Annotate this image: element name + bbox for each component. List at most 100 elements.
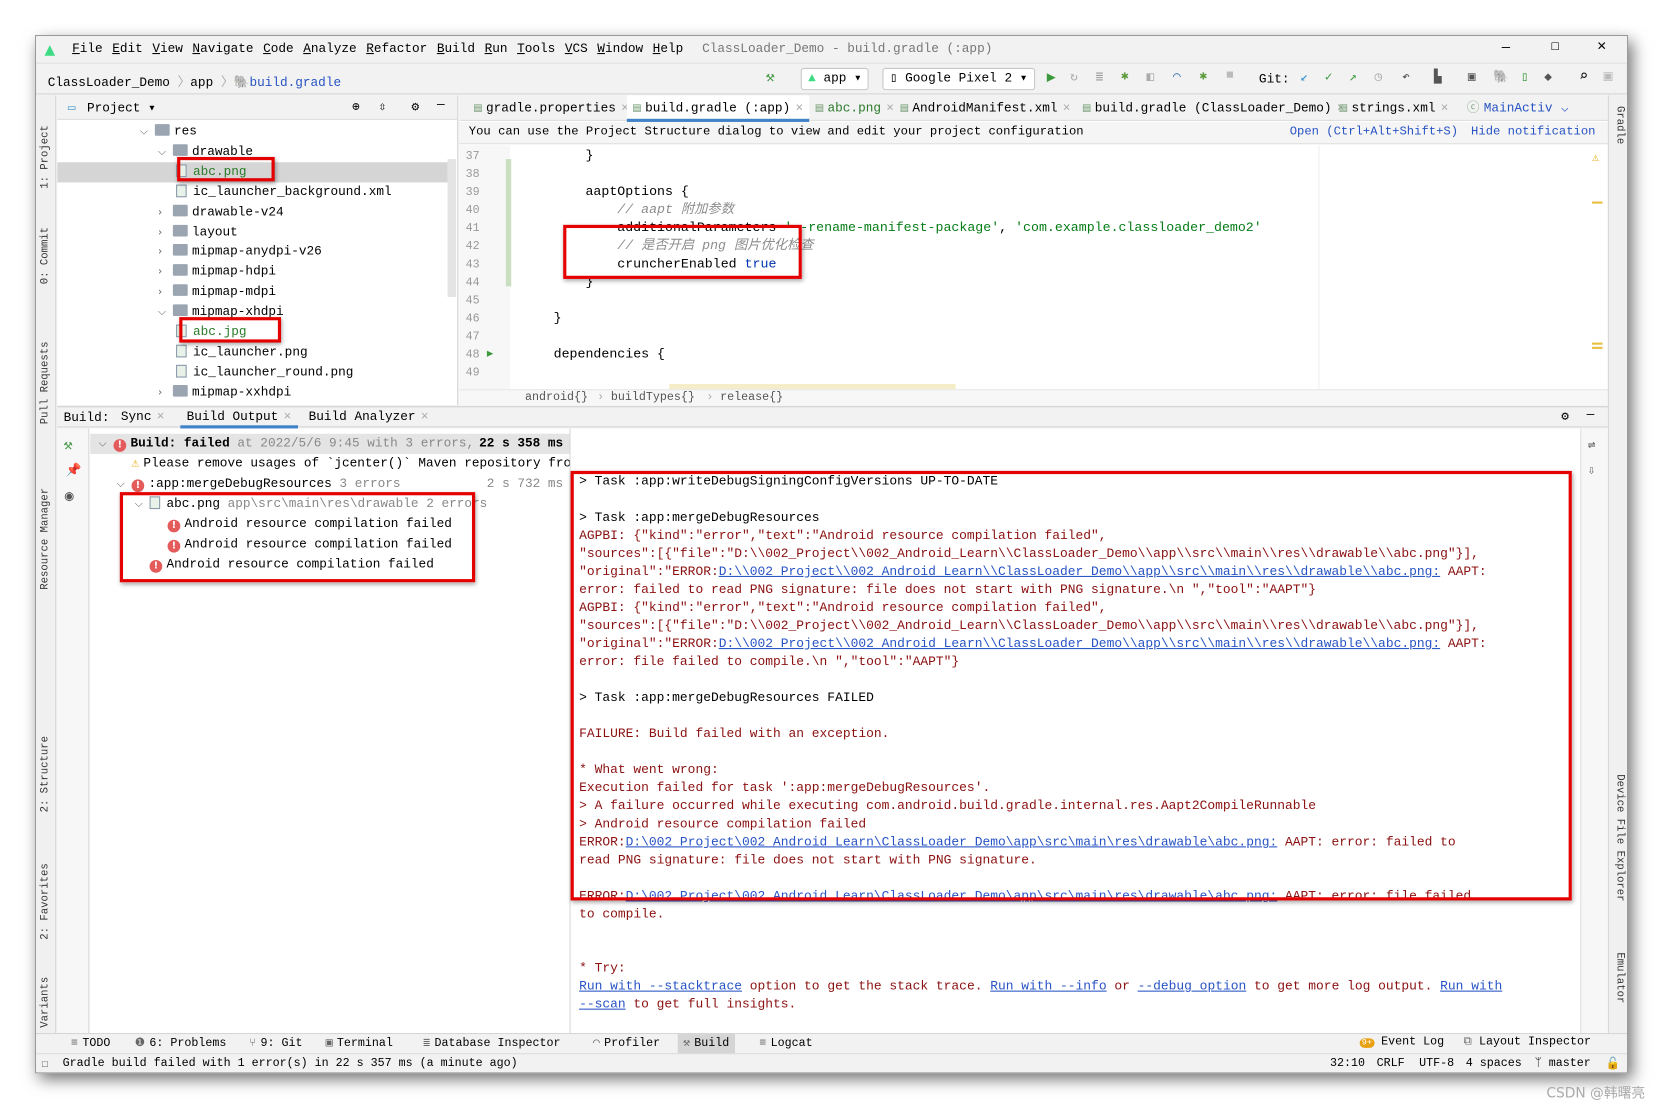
debug-icon[interactable]: ✱ (1121, 68, 1129, 84)
menu-navigate[interactable]: Navigate (192, 41, 253, 56)
menu-vcs[interactable]: VCS (565, 41, 588, 56)
scroll-to-end-icon[interactable]: ⇩ (1588, 462, 1596, 478)
menu-build[interactable]: Build (437, 41, 475, 56)
breadcrumb-file[interactable]: build.gradle (249, 75, 341, 90)
tool-button-problems[interactable]: ❶ 6: Problems (129, 1034, 231, 1054)
build-hammer-icon[interactable]: ⚒ (64, 437, 73, 455)
menu-file[interactable]: File (72, 41, 103, 56)
project-view-select[interactable]: Project ▾ (87, 100, 156, 116)
console-link[interactable]: --debug option (1138, 979, 1247, 994)
close-tab-icon[interactable]: × (421, 409, 429, 424)
crumb-buildtypes[interactable]: buildTypes{} (611, 390, 695, 405)
chevron-down-icon[interactable]: ⌵ (140, 122, 155, 142)
attach-debugger-icon[interactable]: ✱ (1200, 68, 1208, 84)
menu-run[interactable]: Run (485, 41, 508, 56)
build-tree-item[interactable]: ⌵!:app:mergeDebugResources 3 errors 2 s 7… (90, 474, 569, 495)
sync-gradle-icon[interactable]: 🐘 (1493, 69, 1509, 85)
resource-icon[interactable]: ◆ (1544, 69, 1552, 85)
menu-refactor[interactable]: Refactor (366, 41, 427, 56)
close-tab-icon[interactable]: × (157, 409, 165, 424)
build-tree-item[interactable]: ! Android resource compilation failed (90, 535, 569, 555)
build-tab-sync[interactable]: Sync × (115, 407, 171, 428)
git-update-icon[interactable]: ↙ (1300, 69, 1308, 85)
code-area[interactable]: 37} 38 39 aaptOptions {40 // aapt 附加参数 41 addi… (459, 145, 1594, 389)
warning-icon[interactable]: ⚠ (1592, 151, 1599, 166)
chevron-right-icon[interactable]: › (158, 262, 173, 282)
close-tab-icon[interactable]: × (1063, 101, 1071, 116)
error-stripe-mark[interactable] (1591, 342, 1603, 349)
chevron-down-icon[interactable]: ⌵ (158, 302, 173, 322)
event-log-button[interactable]: 9+ Event Log (1359, 1036, 1444, 1049)
file-encoding[interactable]: UTF-8 (1419, 1057, 1454, 1070)
crumb-android[interactable]: android{} (525, 390, 588, 405)
build-tree-item[interactable]: ⌵ abc.png app\src\main\res\drawable 2 err… (90, 494, 569, 514)
account-icon[interactable]: ▣ (1604, 68, 1613, 86)
layout-inspector-button[interactable]: ⧉ Layout Inspector (1464, 1036, 1591, 1049)
menu-window[interactable]: Window (597, 41, 643, 56)
build-tree-item[interactable]: ⚠ Please remove usages of `jcenter()` Mav… (90, 454, 570, 474)
tree-item[interactable]: ⌵ res (57, 122, 447, 142)
tree-item[interactable]: › mipmap-xxhdpi (57, 383, 447, 403)
tree-item[interactable]: abc.jpg (57, 322, 447, 342)
run-icon[interactable]: ▶ (1047, 69, 1056, 87)
build-tab-build-output[interactable]: Build Output × (180, 407, 298, 429)
build-tree-item[interactable]: ! Android resource compilation failed (90, 555, 569, 575)
git-branch[interactable]: ᛘ master (1535, 1057, 1591, 1070)
stripe-project[interactable]: 1: Project (40, 104, 52, 189)
menu-edit[interactable]: Edit (112, 41, 143, 56)
console-link[interactable]: D:\002_Project\002_Android_Learn\ClassLo… (626, 835, 1278, 850)
stripe-resource-manager[interactable]: Resource Manager (40, 452, 52, 590)
console-link[interactable]: D:\002_Project\002_Android_Learn\ClassLo… (626, 889, 1278, 904)
menu-analyze[interactable]: Analyze (303, 41, 356, 56)
editor-tab[interactable]: ▤ AndroidManifest.xml × (894, 95, 1077, 120)
chevron-right-icon[interactable]: › (158, 242, 173, 262)
minimize-button[interactable]: — (1502, 39, 1510, 55)
indent-setting[interactable]: 4 spaces (1466, 1057, 1522, 1070)
tool-button-todo[interactable]: ≡ TODO (66, 1034, 116, 1054)
tool-button-logcat[interactable]: ≡ Logcat (754, 1034, 818, 1054)
breadcrumb-module[interactable]: app (190, 75, 213, 90)
stripe-favorites[interactable]: 2: Favorites (40, 834, 52, 939)
build-tree-item[interactable]: ! Android resource compilation failed (90, 514, 569, 534)
tool-button-database-inspector[interactable]: ≣ Database Inspector (418, 1034, 566, 1054)
console-link[interactable]: D:\\002_Project\\002_Android_Learn\\Clas… (719, 636, 1440, 651)
menu-code[interactable]: Code (263, 41, 294, 56)
tree-item[interactable]: ⌵ mipmap-xhdpi (57, 302, 447, 322)
tree-item[interactable]: ⌵ drawable (57, 142, 447, 162)
console-link[interactable]: --scan (579, 997, 626, 1012)
editor-tab[interactable]: ▤ build.gradle (ClassLoader_Demo) × (1077, 95, 1351, 120)
tree-item[interactable]: › mipmap-hdpi (57, 262, 447, 282)
status-message[interactable]: Gradle build failed with 1 error(s) in 2… (63, 1057, 518, 1070)
profiler-icon[interactable]: ◠ (1173, 69, 1181, 85)
lock-icon[interactable]: 🔓 (1606, 1056, 1621, 1071)
build-tree-item[interactable]: ⌵! Build: failed at 2022/5/6 9:45 with 3 … (90, 433, 570, 454)
close-button[interactable]: ✕ (1597, 37, 1606, 55)
device-select[interactable]: ▯ Google Pixel 2 ▾ (882, 67, 1035, 91)
stripe-pull-requests[interactable]: Pull Requests (40, 318, 52, 424)
stripe-gradle[interactable]: Gradle (1613, 106, 1625, 170)
editor-tab[interactable]: ▤ gradle.properties × (468, 95, 635, 120)
menu-help[interactable]: Help (653, 41, 684, 56)
avd-manager-icon[interactable]: ▣ (1468, 69, 1476, 85)
tool-button-git[interactable]: ⑂ 9: Git (244, 1034, 308, 1054)
collapse-all-icon[interactable]: ⇳ (379, 99, 387, 115)
console-link[interactable]: D:\\002_Project\\002_Android_Learn\\Clas… (719, 564, 1440, 579)
hide-panel-icon[interactable]: — (437, 98, 445, 113)
tree-item[interactable]: ic_launcher_background.xml (57, 182, 447, 202)
close-tab-icon[interactable]: × (796, 101, 804, 116)
build-settings-gear-icon[interactable]: ⚙ (1561, 408, 1569, 424)
build-console[interactable]: > Task :app:writeDebugSigningConfigVersi… (570, 428, 1581, 1034)
make-project-hammer-icon[interactable]: ⚒ (766, 69, 775, 87)
tree-item[interactable]: abc.png (57, 162, 448, 183)
error-stripe-mark[interactable] (1591, 201, 1603, 204)
chevron-right-icon[interactable]: › (158, 222, 173, 242)
console-link[interactable]: Run with (1440, 979, 1502, 994)
tree-item[interactable]: ic_launcher_round.png (57, 363, 447, 383)
project-structure-icon[interactable]: ▙ (1434, 69, 1442, 85)
tree-item[interactable]: › layout (57, 222, 447, 242)
apply-changes-icon[interactable]: ↻ (1070, 69, 1078, 85)
maximize-button[interactable]: ☐ (1551, 37, 1560, 55)
apply-code-changes-icon[interactable]: ≣ (1096, 69, 1104, 85)
status-toggle-icon[interactable]: ☐ (41, 1056, 48, 1071)
project-scrollbar[interactable] (447, 159, 457, 297)
